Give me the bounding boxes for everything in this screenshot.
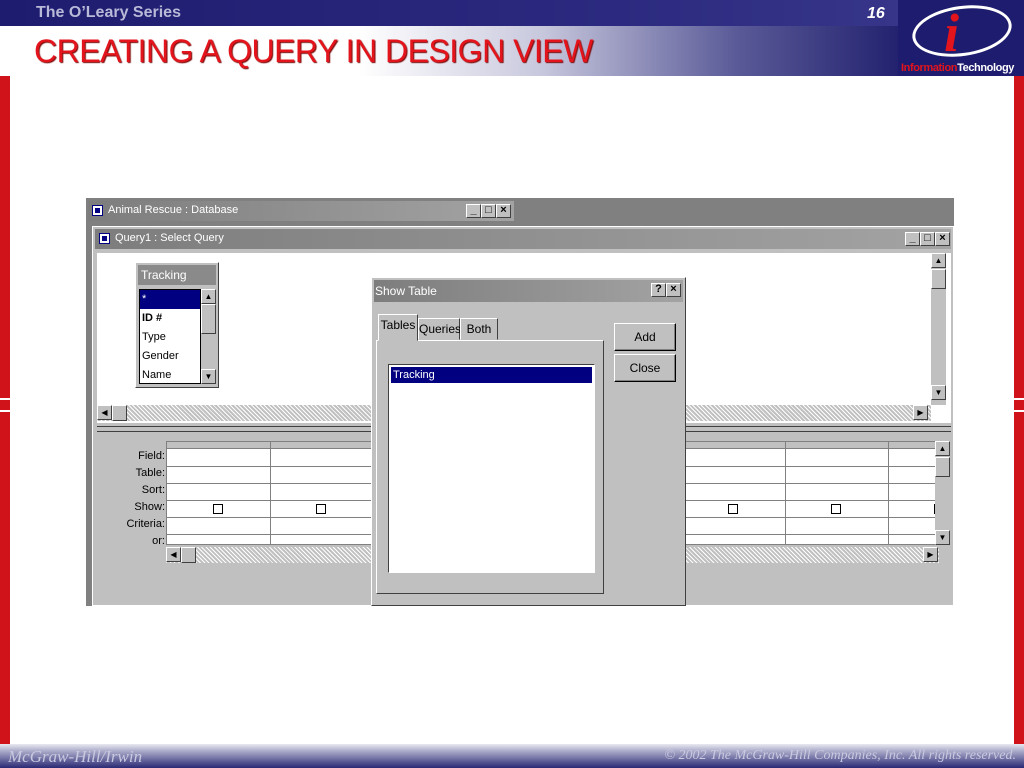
scroll-down-arrow[interactable]: ▼ xyxy=(201,369,216,384)
logo-text: InformationTechnology xyxy=(901,62,1014,74)
show-checkbox[interactable] xyxy=(213,504,223,514)
field-list-item[interactable]: * xyxy=(140,290,200,309)
row-label-show: Show: xyxy=(134,501,165,513)
tab-both[interactable]: Both xyxy=(460,318,498,340)
scroll-left-arrow[interactable]: ◀ xyxy=(166,547,181,562)
scroll-thumb[interactable] xyxy=(181,547,196,563)
tab-queries[interactable]: Queries xyxy=(418,318,461,340)
row-label-table: Table: xyxy=(135,467,165,479)
dialog-title: Show Table xyxy=(375,284,437,298)
add-button[interactable]: Add xyxy=(614,323,676,351)
right-strip-line xyxy=(1014,398,1024,400)
close-icon[interactable]: × xyxy=(666,283,681,297)
field-list-item[interactable]: Gender xyxy=(140,347,200,366)
publisher-label: McGraw-Hill/Irwin xyxy=(8,747,143,766)
scroll-right-arrow[interactable]: ▶ xyxy=(913,405,928,420)
scroll-left-arrow[interactable]: ◀ xyxy=(97,405,112,420)
grid-column-line xyxy=(888,442,889,544)
scroll-up-arrow[interactable]: ▲ xyxy=(931,253,946,268)
field-list[interactable]: * ID # Type Gender Name xyxy=(139,289,201,384)
show-checkbox[interactable] xyxy=(831,504,841,514)
scroll-down-arrow[interactable]: ▼ xyxy=(935,530,950,545)
scroll-up-arrow[interactable]: ▲ xyxy=(201,289,216,304)
scroll-down-arrow[interactable]: ▼ xyxy=(931,385,946,400)
field-list-title[interactable]: Tracking xyxy=(138,265,216,285)
show-checkbox[interactable] xyxy=(728,504,738,514)
grid-column-line xyxy=(270,442,271,544)
logo-i-icon: i xyxy=(944,3,960,63)
field-list-item[interactable]: Type xyxy=(140,328,200,347)
row-label-or: or: xyxy=(152,535,165,547)
field-list-item[interactable]: Name xyxy=(140,366,200,385)
field-list-item[interactable]: ID # xyxy=(140,309,200,328)
slide-number: 16 xyxy=(867,5,885,22)
scroll-right-arrow[interactable]: ▶ xyxy=(923,547,938,562)
row-label-criteria: Criteria: xyxy=(126,518,165,530)
row-label-field: Field: xyxy=(138,450,165,462)
scroll-thumb[interactable] xyxy=(931,269,946,289)
slide-title: CREATING A QUERY IN DESIGN VIEW xyxy=(34,33,593,69)
scroll-thumb[interactable] xyxy=(935,457,950,477)
minimize-button[interactable]: _ xyxy=(905,232,920,246)
scroll-thumb[interactable] xyxy=(201,304,216,334)
dialog-titlebar[interactable]: Show Table xyxy=(374,280,683,302)
table-list-item[interactable]: Tracking xyxy=(391,367,592,383)
help-button[interactable]: ? xyxy=(651,283,666,297)
close-button[interactable]: × xyxy=(935,232,950,246)
query-window-titlebar[interactable]: Query1 : Select Query _ □ × xyxy=(95,229,951,249)
scroll-thumb[interactable] xyxy=(112,405,127,421)
show-table-dialog: Show Table ? × Tables Queries Both Track… xyxy=(371,277,686,606)
logo-text-technology: Technology xyxy=(957,62,1015,74)
database-window-title: Animal Rescue : Database xyxy=(108,204,239,216)
maximize-button[interactable]: □ xyxy=(481,204,496,218)
grid-column-line xyxy=(785,442,786,544)
query-window-title: Query1 : Select Query xyxy=(115,232,224,244)
row-label-sort: Sort: xyxy=(141,484,165,496)
database-window-titlebar[interactable]: Animal Rescue : Database _ □ × xyxy=(88,201,514,221)
logo-text-information: Information xyxy=(901,62,958,74)
scroll-up-arrow[interactable]: ▲ xyxy=(935,441,950,456)
tables-list[interactable]: Tracking xyxy=(388,364,595,573)
series-title: The O’Leary Series xyxy=(36,4,181,21)
close-button[interactable]: Close xyxy=(614,354,676,382)
copyright-label: © 2002 The McGraw-Hill Companies, Inc. A… xyxy=(664,748,1016,763)
minimize-button[interactable]: _ xyxy=(466,204,481,218)
maximize-button[interactable]: □ xyxy=(920,232,935,246)
right-strip-line xyxy=(1014,410,1024,412)
tab-tables[interactable]: Tables xyxy=(378,314,418,341)
tracking-field-list[interactable]: Tracking * ID # Type Gender Name ▲ ▼ xyxy=(135,262,219,388)
query-icon xyxy=(99,233,110,244)
show-checkbox[interactable] xyxy=(316,504,326,514)
left-strip-line xyxy=(0,398,10,400)
left-strip-line xyxy=(0,410,10,412)
database-icon xyxy=(92,205,103,216)
close-button[interactable]: × xyxy=(496,204,511,218)
